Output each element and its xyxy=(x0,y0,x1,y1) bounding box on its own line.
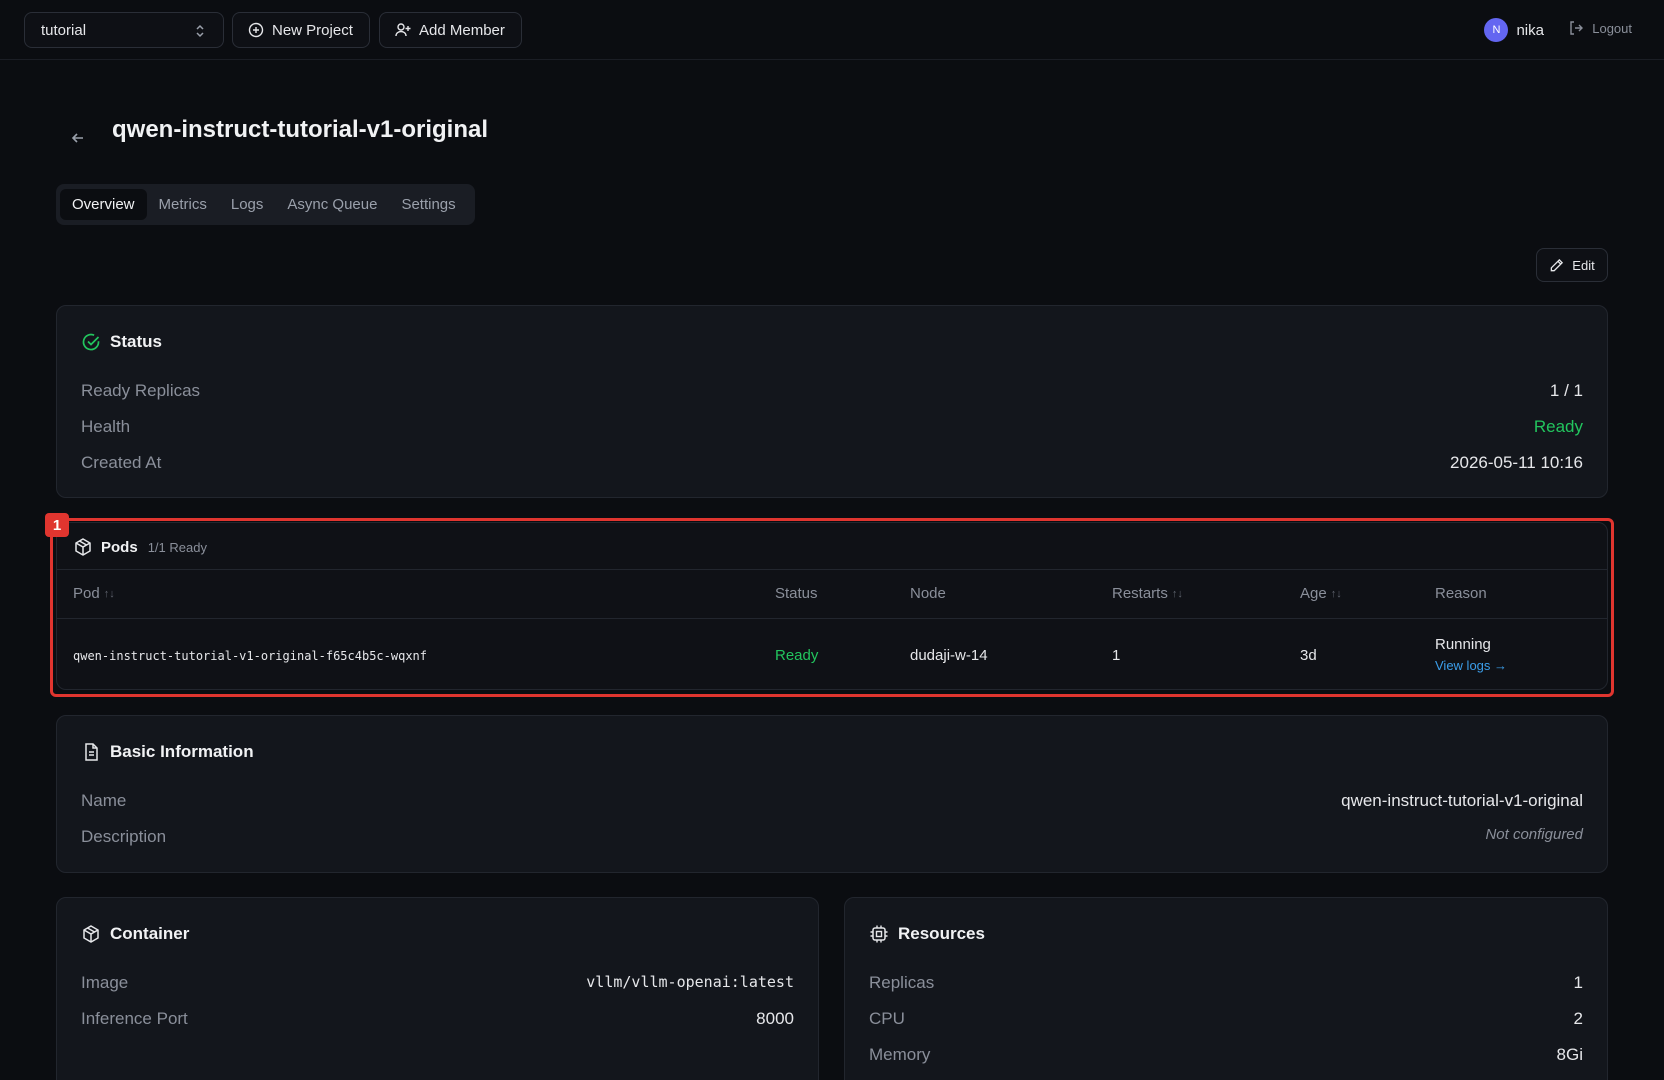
logout-label: Logout xyxy=(1592,20,1632,36)
cpu-chip-icon xyxy=(870,925,888,943)
tab-metrics[interactable]: Metrics xyxy=(147,189,219,220)
tab-settings[interactable]: Settings xyxy=(389,189,467,220)
tab-bar: Overview Metrics Logs Async Queue Settin… xyxy=(56,184,475,225)
username: nika xyxy=(1516,21,1544,39)
highlight-box xyxy=(50,518,1614,697)
project-selector-value: tutorial xyxy=(41,21,87,39)
highlight-badge: 1 xyxy=(45,513,69,537)
replicas-value: 1 xyxy=(1573,973,1583,992)
resources-header: Resources xyxy=(869,924,985,944)
tab-overview[interactable]: Overview xyxy=(60,189,147,220)
resources-title: Resources xyxy=(898,924,985,943)
tab-async-queue[interactable]: Async Queue xyxy=(275,189,389,220)
health-label: Health xyxy=(81,417,131,436)
logout-button[interactable]: Logout xyxy=(1568,20,1632,36)
tab-logs[interactable]: Logs xyxy=(219,189,276,220)
created-at-value: 2026-05-11 10:16 xyxy=(1450,453,1583,472)
page-title: qwen-instruct-tutorial-v1-original xyxy=(112,116,489,143)
new-project-button[interactable]: New Project xyxy=(232,12,370,48)
created-at-label: Created At xyxy=(81,453,162,472)
status-card-title: Status xyxy=(110,332,162,351)
status-card-header: Status xyxy=(81,332,162,352)
image-label: Image xyxy=(81,973,129,992)
container-title: Container xyxy=(110,924,190,943)
memory-label: Memory xyxy=(869,1045,931,1064)
plus-circle-icon xyxy=(248,22,264,38)
cpu-value: 2 xyxy=(1573,1009,1583,1028)
name-label: Name xyxy=(81,791,127,810)
basic-information-title: Basic Information xyxy=(110,742,254,761)
container-card: Container Image vllm/vllm-openai:latest … xyxy=(56,897,819,1080)
basic-information-header: Basic Information xyxy=(81,742,254,762)
check-circle-icon xyxy=(82,333,100,351)
edit-label: Edit xyxy=(1572,257,1595,273)
replicas-label: Replicas xyxy=(869,973,935,992)
status-card: Status Ready Replicas 1 / 1 Health Ready… xyxy=(56,305,1608,498)
chevron-up-down-icon xyxy=(196,24,204,38)
new-project-label: New Project xyxy=(272,21,353,39)
ready-replicas-label: Ready Replicas xyxy=(81,381,201,400)
description-label: Description xyxy=(81,827,167,846)
avatar: N xyxy=(1484,18,1509,42)
image-value: vllm/vllm-openai:latest xyxy=(586,973,794,991)
cpu-label: CPU xyxy=(869,1009,905,1028)
back-arrow-icon[interactable] xyxy=(68,128,88,148)
document-icon xyxy=(85,743,98,761)
inference-port-label: Inference Port xyxy=(81,1009,188,1028)
name-value: qwen-instruct-tutorial-v1-original xyxy=(1341,791,1583,810)
user-plus-icon xyxy=(395,23,411,37)
logout-icon xyxy=(1570,21,1584,35)
user-menu[interactable]: N nika xyxy=(1484,18,1544,42)
resources-card: Resources Replicas 1 CPU 2 Memory 8Gi xyxy=(844,897,1608,1080)
package-icon xyxy=(83,925,99,943)
memory-value: 8Gi xyxy=(1556,1045,1583,1064)
top-bar: tutorial New Project Add Member N nika L… xyxy=(0,0,1664,60)
project-selector[interactable]: tutorial xyxy=(24,12,224,48)
basic-information-card: Basic Information Name qwen-instruct-tut… xyxy=(56,715,1608,873)
add-member-label: Add Member xyxy=(419,21,505,39)
description-value: Not configured xyxy=(1485,826,1583,843)
pencil-icon xyxy=(1550,258,1564,271)
health-value: Ready xyxy=(1533,417,1583,436)
container-header: Container xyxy=(81,924,189,944)
inference-port-value: 8000 xyxy=(756,1009,794,1028)
edit-button[interactable]: Edit xyxy=(1536,248,1608,282)
ready-replicas-value: 1 / 1 xyxy=(1549,381,1583,400)
add-member-button[interactable]: Add Member xyxy=(379,12,522,48)
